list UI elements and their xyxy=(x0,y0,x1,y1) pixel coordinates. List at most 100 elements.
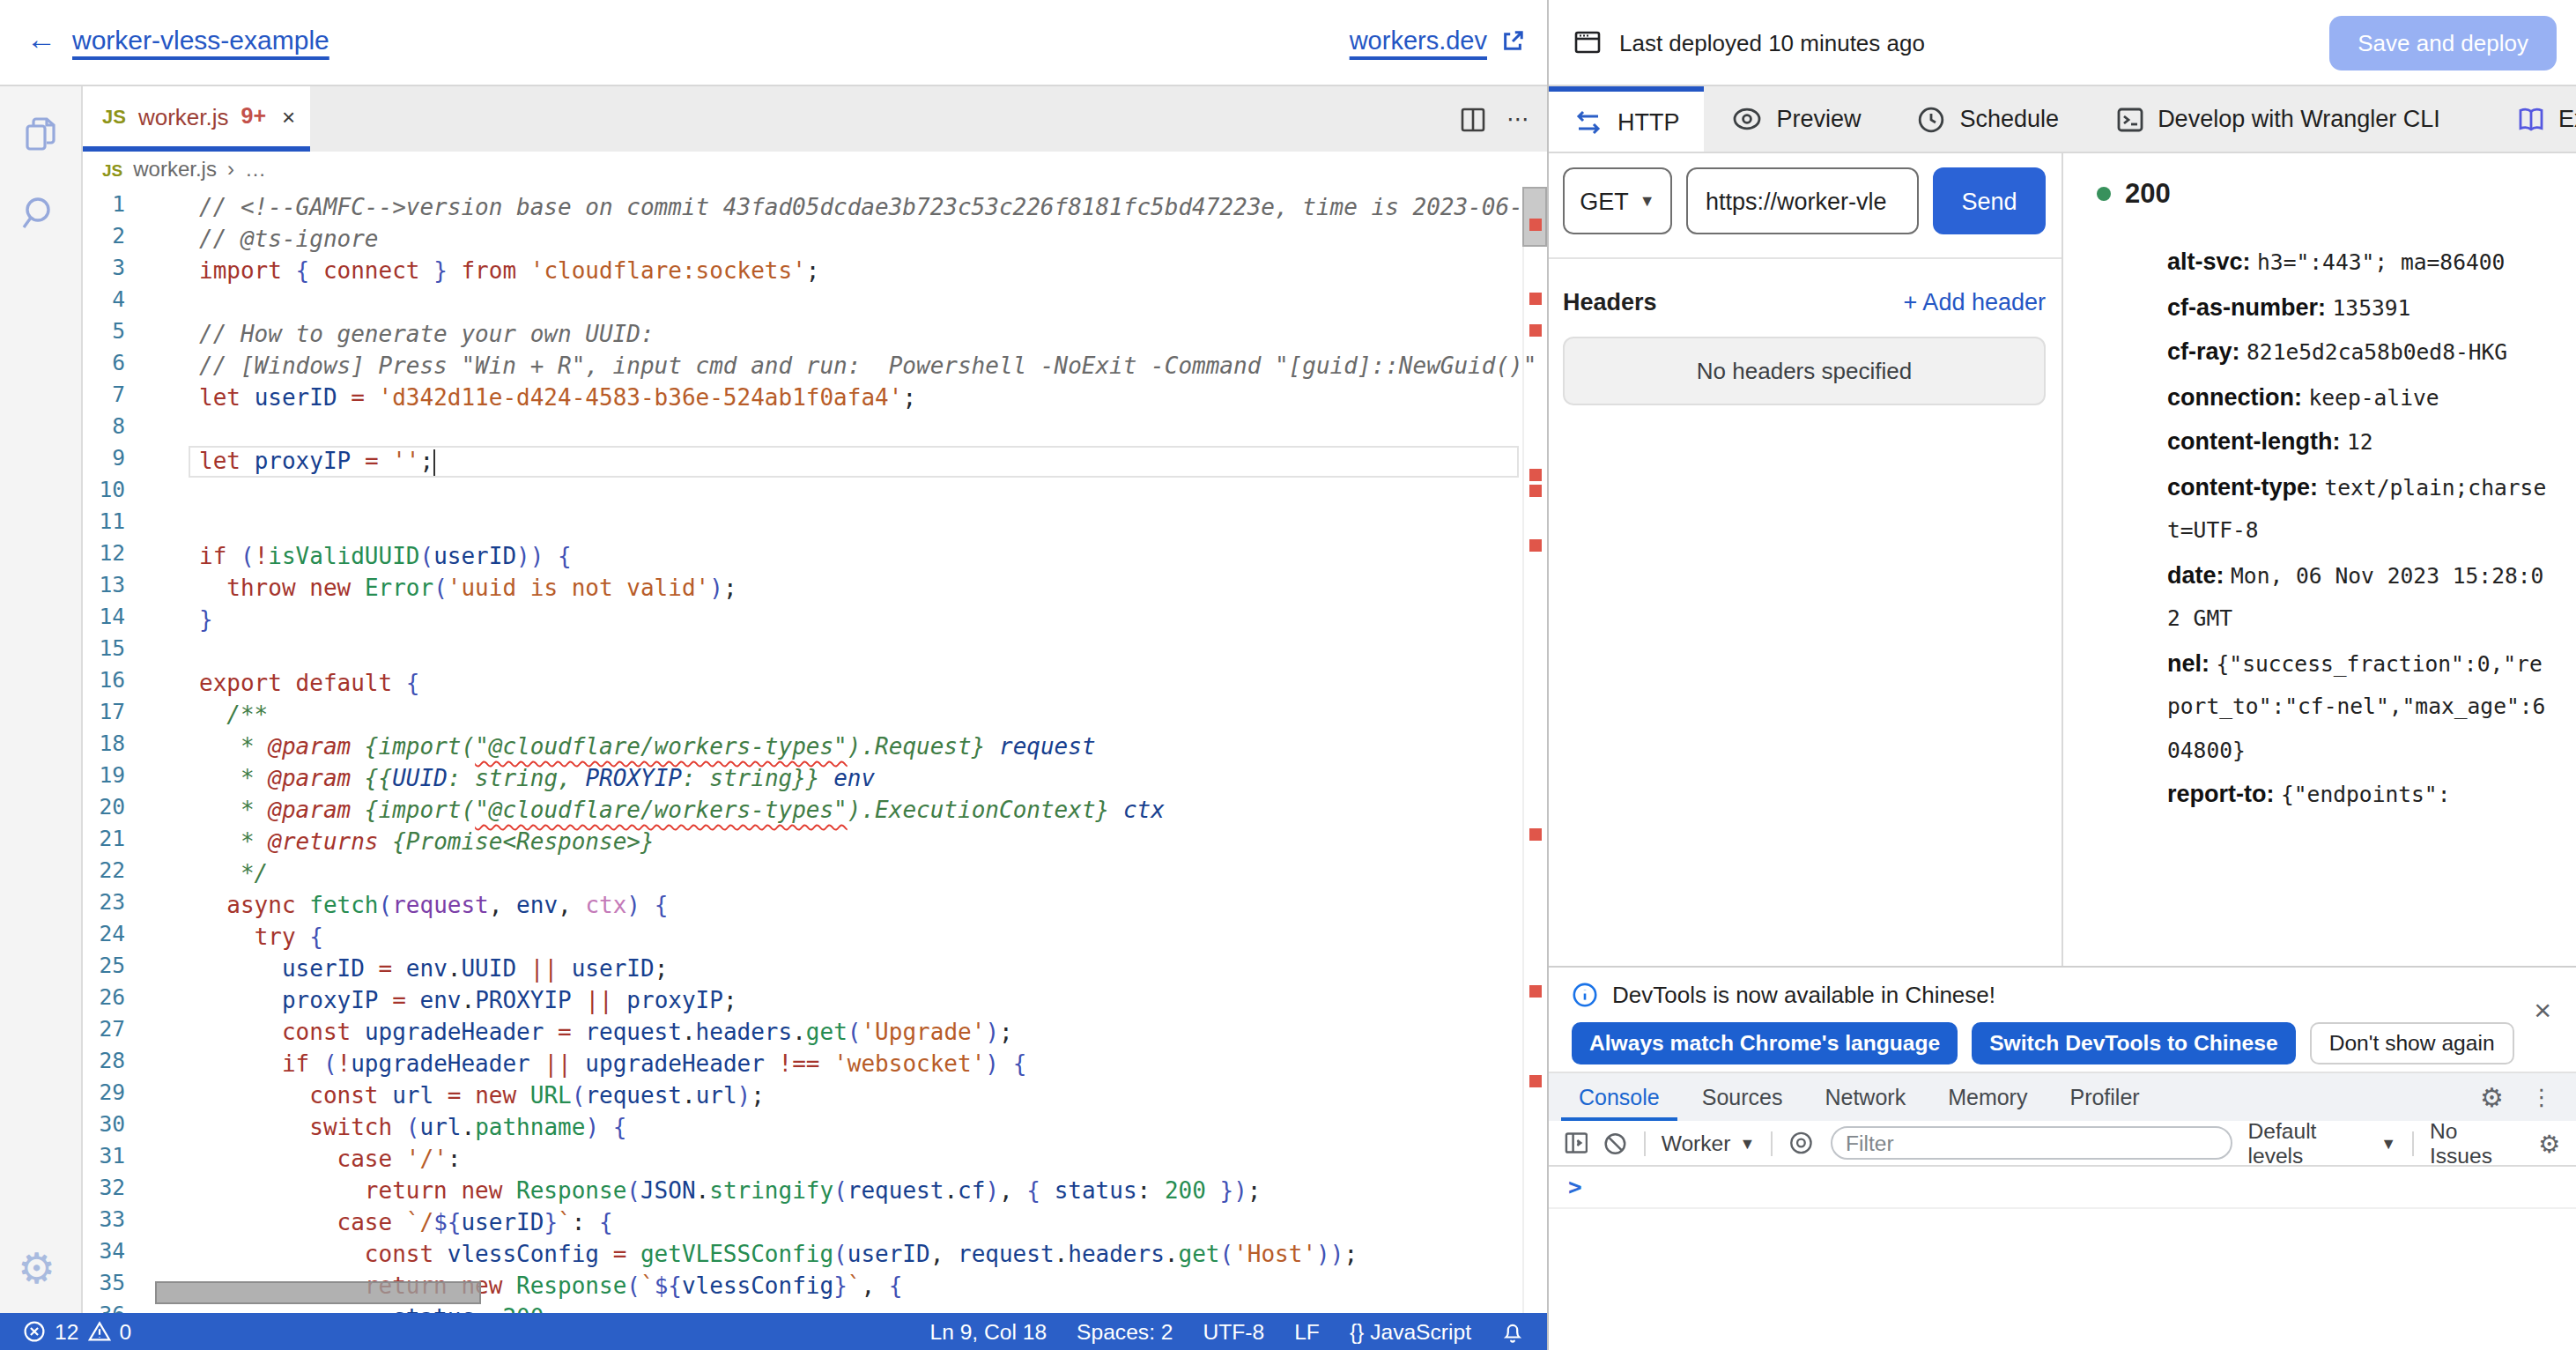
gutter: 1234567891011121314151617181920212223242… xyxy=(83,192,125,1313)
chevron-down-icon: ▼ xyxy=(1640,192,1655,210)
devtools-settings-icon[interactable]: ⚙ xyxy=(2480,1081,2504,1113)
code-line[interactable]: * @returns {Promise<Response>} xyxy=(125,827,1547,858)
banner-text: DevTools is now available in Chinese! xyxy=(1612,982,1995,1008)
code-line[interactable]: const url = new URL(request.url); xyxy=(125,1080,1547,1112)
banner-close-icon[interactable]: × xyxy=(2534,996,2551,1026)
code-line[interactable]: // @ts-ignore xyxy=(125,224,1547,256)
console-settings-icon[interactable]: ⚙ xyxy=(2538,1129,2560,1157)
code-line[interactable]: case '/': xyxy=(125,1144,1547,1176)
tab-schedule[interactable]: Schedule xyxy=(1890,86,2088,152)
context-select[interactable]: Worker▼ xyxy=(1662,1131,1756,1155)
code-line[interactable]: throw new Error('uuid is not valid'); xyxy=(125,573,1547,605)
add-header-button[interactable]: + Add header xyxy=(1904,289,2046,315)
code-line[interactable] xyxy=(125,509,1547,541)
eol[interactable]: LF xyxy=(1294,1319,1320,1344)
no-headers-box: No headers specified xyxy=(1563,337,2046,405)
indentation[interactable]: Spaces: 2 xyxy=(1077,1319,1173,1344)
code-line[interactable]: const upgradeHeader = request.headers.ge… xyxy=(125,1017,1547,1049)
code-line[interactable]: * @param {{UUID: string, PROXYIP: string… xyxy=(125,763,1547,795)
editor-tab-workerjs[interactable]: JS worker.js 9+ × xyxy=(83,86,310,152)
code-line[interactable]: return new Response(JSON.stringify(reque… xyxy=(125,1176,1547,1207)
issues-counter[interactable]: No Issues xyxy=(2430,1118,2522,1168)
send-button[interactable]: Send xyxy=(1933,167,2046,234)
js-file-icon: JS xyxy=(102,106,126,127)
problems-status[interactable]: 12 0 xyxy=(23,1319,131,1344)
code-line[interactable]: export default { xyxy=(125,668,1547,700)
back-link[interactable]: ←worker-vless-example xyxy=(26,25,329,55)
code-line[interactable]: const vlessConfig = getVLESSConfig(userI… xyxy=(125,1239,1547,1271)
code-line[interactable] xyxy=(125,414,1547,446)
problems-badge: 9+ xyxy=(241,104,267,129)
horizontal-scrollbar[interactable] xyxy=(155,1281,481,1304)
url-input[interactable]: https://worker-vle xyxy=(1686,167,1919,234)
code-line[interactable]: proxyIP = env.PROXYIP || proxyIP; xyxy=(125,985,1547,1017)
breadcrumb[interactable]: JS worker.js › … xyxy=(83,152,1547,187)
scrollbar-thumb[interactable] xyxy=(1522,187,1547,247)
external-link-icon xyxy=(1501,29,1524,52)
tab-close-icon[interactable]: × xyxy=(282,103,295,130)
save-and-deploy-button[interactable]: Save and deploy xyxy=(2329,16,2557,70)
devtools-tab-console[interactable]: Console xyxy=(1558,1073,1681,1121)
editor-more-actions-icon[interactable]: ⋯ xyxy=(1506,106,1529,132)
language-mode[interactable]: {} JavaScript xyxy=(1350,1319,1471,1344)
code-line[interactable]: let proxyIP = ''; xyxy=(125,446,1547,478)
match-language-button[interactable]: Always match Chrome's language xyxy=(1572,1022,1958,1064)
settings-gear-icon[interactable]: ⚙ xyxy=(18,1246,56,1292)
code-line[interactable]: import { connect } from 'cloudflare:sock… xyxy=(125,256,1547,287)
code-line[interactable]: // How to generate your own UUID: xyxy=(125,319,1547,351)
code-line[interactable] xyxy=(125,287,1547,319)
devtools-tab-sources[interactable]: Sources xyxy=(1681,1073,1804,1121)
devtools-tab-network[interactable]: Network xyxy=(1803,1073,1927,1121)
tab-examples[interactable]: Ex xyxy=(2516,86,2576,152)
code-line[interactable]: if (!isValidUUID(userID)) { xyxy=(125,541,1547,573)
tab-preview[interactable]: Preview xyxy=(1705,86,1890,152)
code-line[interactable]: // [Windows] Press "Win + R", input cmd … xyxy=(125,351,1547,382)
filter-input[interactable]: Filter xyxy=(1830,1126,2232,1160)
code-line[interactable]: case `/${userID}`: { xyxy=(125,1207,1547,1239)
code-line[interactable] xyxy=(125,636,1547,668)
encoding[interactable]: UTF-8 xyxy=(1203,1319,1265,1344)
code-line[interactable]: // <!--GAMFC-->version base on commit 43… xyxy=(125,192,1547,224)
code-line[interactable]: switch (url.pathname) { xyxy=(125,1112,1547,1144)
breadcrumb-symbol[interactable]: … xyxy=(245,157,266,182)
devtools-tab-memory[interactable]: Memory xyxy=(1927,1073,2048,1121)
statusbar-right: Ln 9, Col 18 Spaces: 2 UTF-8 LF {} JavaS… xyxy=(929,1319,1524,1344)
cursor-position[interactable]: Ln 9, Col 18 xyxy=(929,1319,1047,1344)
http-panel: GET▼ https://worker-vle Send Headers + A… xyxy=(1549,153,2576,966)
split-editor-icon[interactable] xyxy=(1461,107,1485,131)
dont-show-again-button[interactable]: Don't show again xyxy=(2310,1022,2514,1064)
devtools-menu-icon[interactable]: ⋮ xyxy=(2530,1084,2553,1110)
console-prompt-row[interactable]: > xyxy=(1549,1167,2576,1209)
workers-dev-link[interactable]: workers.dev xyxy=(1350,26,1524,55)
headers-title: Headers xyxy=(1563,289,1657,315)
console-eye-icon[interactable] xyxy=(1788,1130,1814,1156)
code-line[interactable]: userID = env.UUID || userID; xyxy=(125,953,1547,985)
tab-wrangler[interactable]: Develop with Wrangler CLI xyxy=(2087,86,2469,152)
code-line[interactable]: if (!upgradeHeader || upgradeHeader !== … xyxy=(125,1049,1547,1080)
vertical-scrollbar[interactable] xyxy=(1522,187,1547,1313)
search-icon[interactable] xyxy=(19,192,62,234)
error-mark xyxy=(1529,293,1542,305)
clear-console-icon[interactable] xyxy=(1604,1131,1628,1155)
notifications-bell-icon[interactable] xyxy=(1501,1320,1524,1343)
code-line[interactable]: let userID = 'd342d11e-d424-4583-b36e-52… xyxy=(125,382,1547,414)
console-prompt: > xyxy=(1568,1174,1582,1200)
code-line[interactable]: * @param {import("@cloudflare/workers-ty… xyxy=(125,795,1547,827)
method-select[interactable]: GET▼ xyxy=(1563,167,1672,234)
breadcrumb-file[interactable]: worker.js xyxy=(133,157,217,182)
files-icon[interactable] xyxy=(19,113,63,157)
devtools-tab-profiler[interactable]: Profiler xyxy=(2048,1073,2160,1121)
code-line[interactable]: */ xyxy=(125,858,1547,890)
code-line[interactable] xyxy=(125,478,1547,509)
switch-chinese-button[interactable]: Switch DevTools to Chinese xyxy=(1972,1022,2296,1064)
code-area[interactable]: 1234567891011121314151617181920212223242… xyxy=(83,187,1547,1313)
code-line[interactable]: async fetch(request, env, ctx) { xyxy=(125,890,1547,922)
log-levels-select[interactable]: Default levels▼ xyxy=(2248,1118,2396,1168)
console-sidebar-icon[interactable] xyxy=(1565,1131,1588,1154)
code-line[interactable]: * @param {import("@cloudflare/workers-ty… xyxy=(125,731,1547,763)
code-line[interactable]: } xyxy=(125,605,1547,636)
code-line[interactable]: try { xyxy=(125,922,1547,953)
code-line[interactable]: /** xyxy=(125,700,1547,731)
tab-http[interactable]: HTTP xyxy=(1549,86,1705,152)
tools-pane: Last deployed 10 minutes ago Save and de… xyxy=(1547,0,2576,1350)
